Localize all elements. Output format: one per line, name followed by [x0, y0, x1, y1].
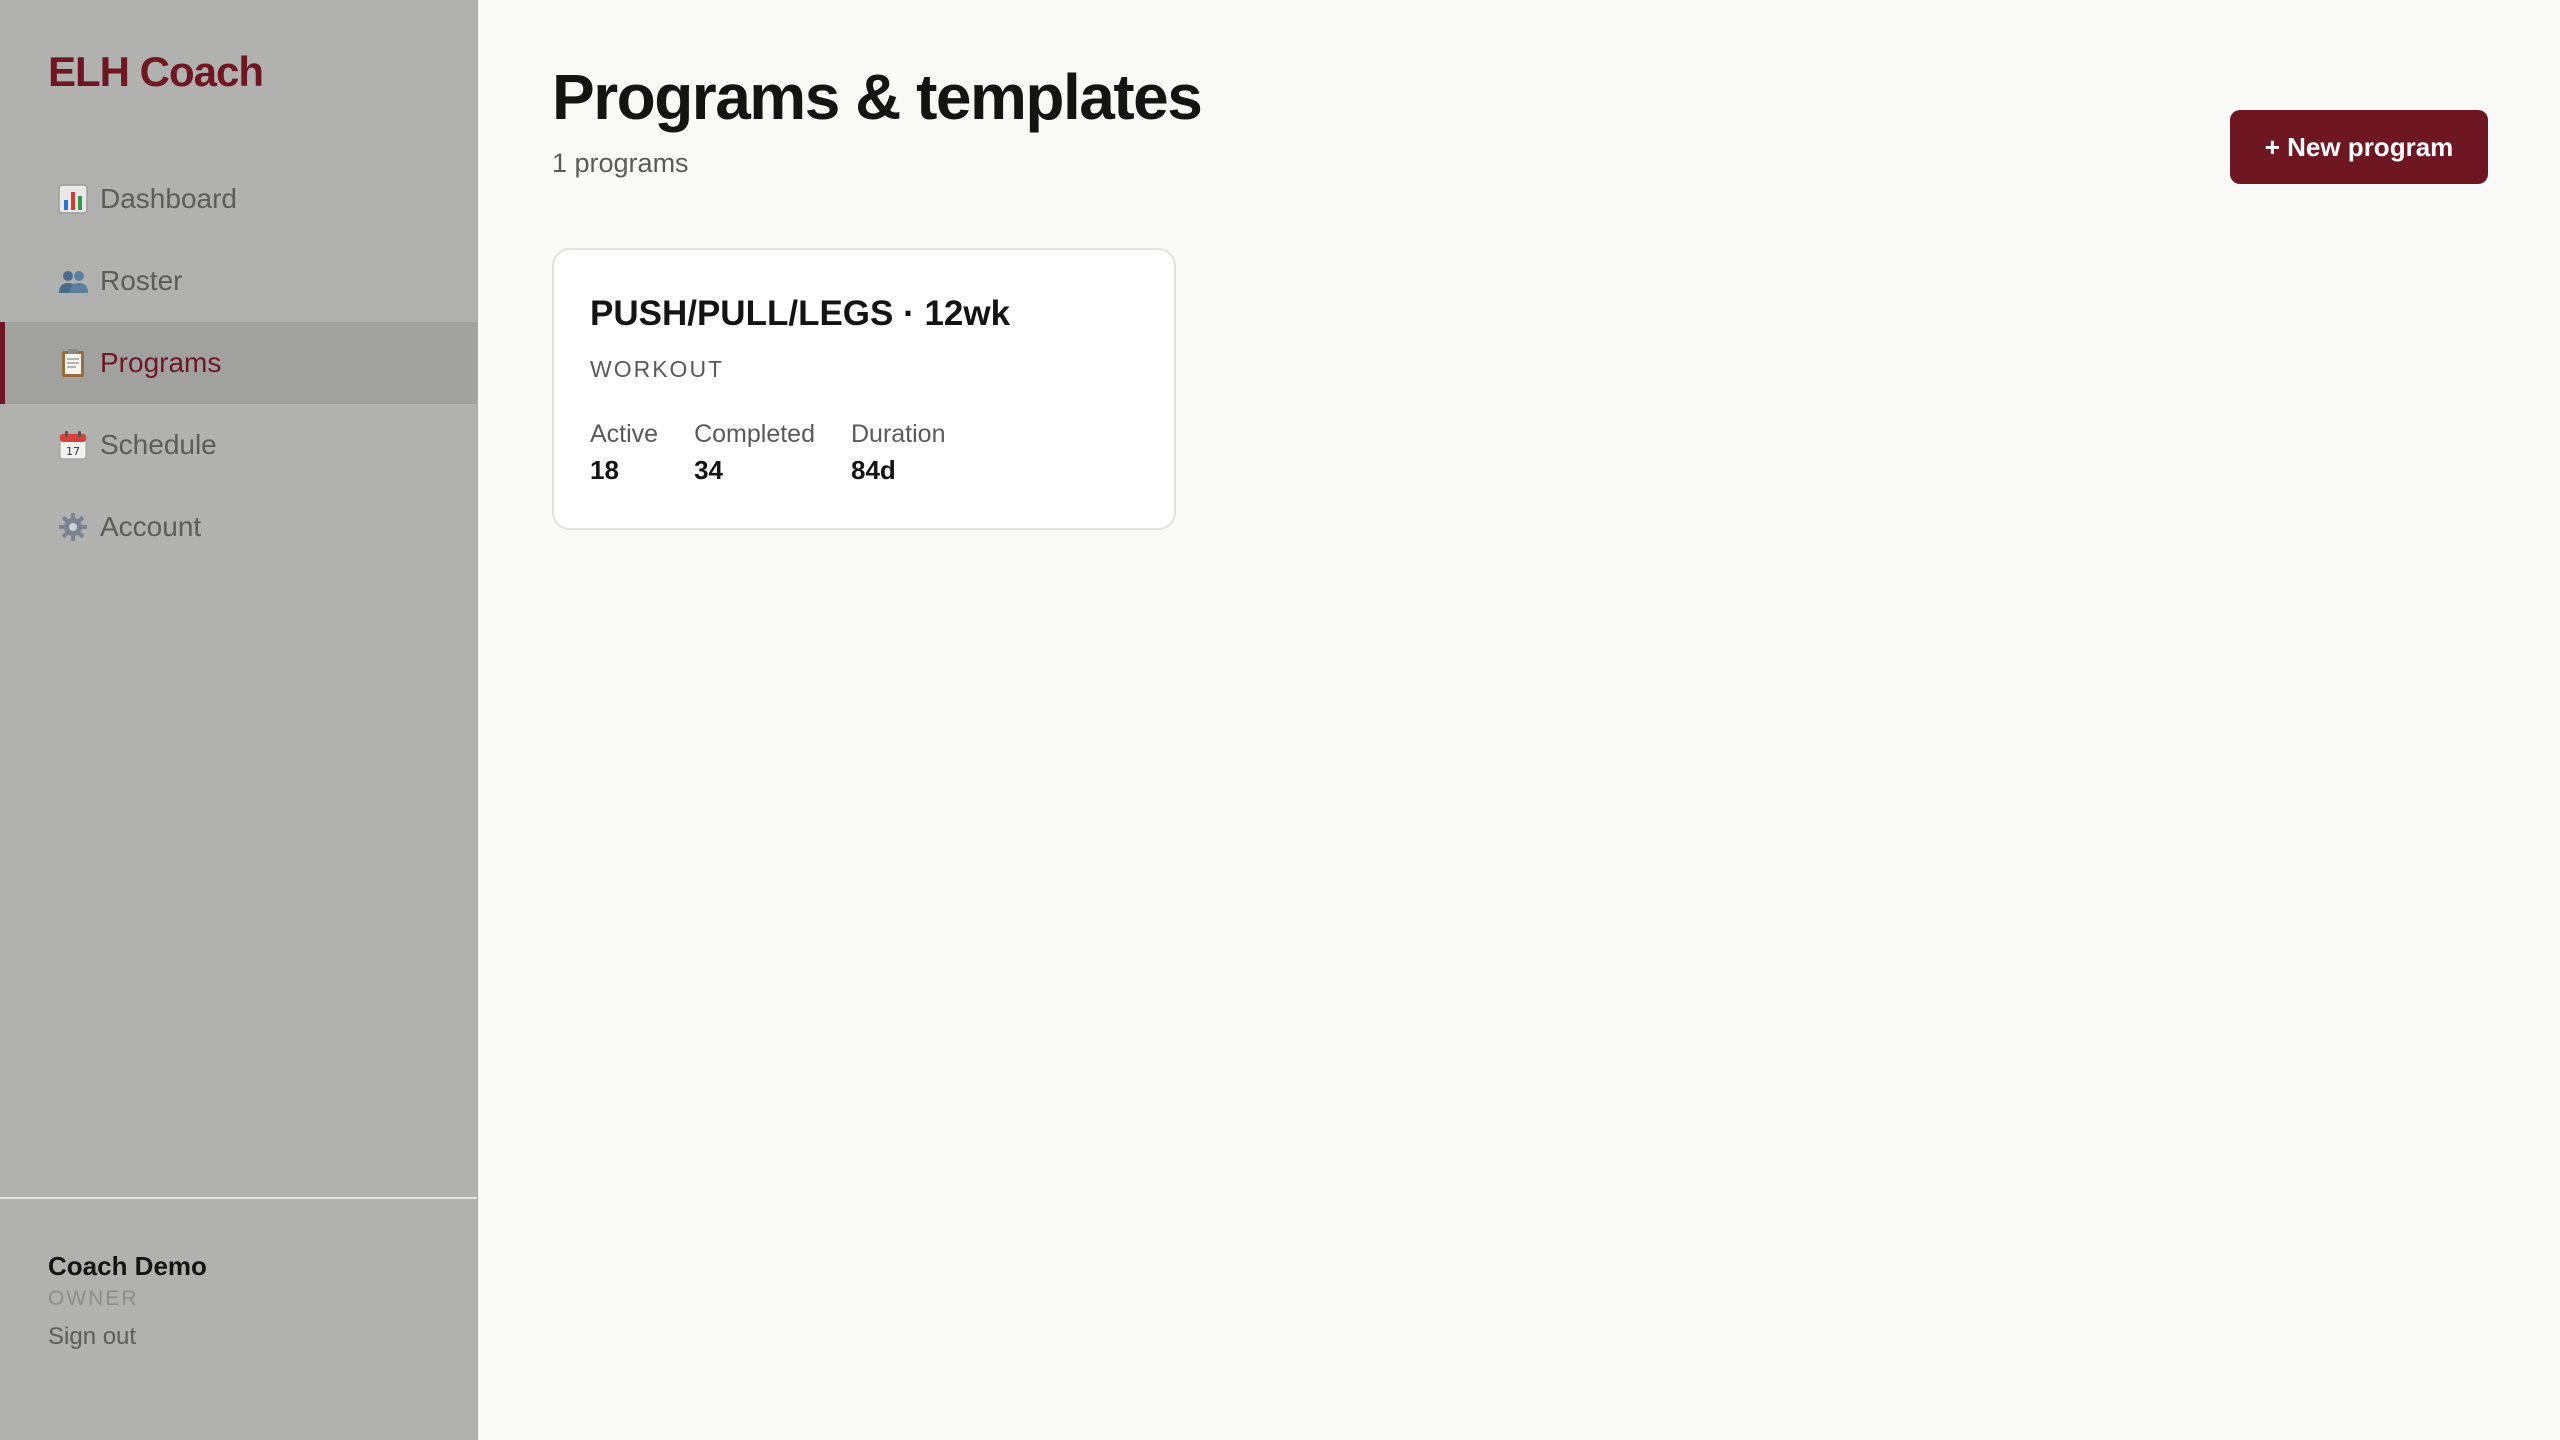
- sidebar-item-account[interactable]: Account: [0, 486, 477, 568]
- stat-value: 84d: [851, 455, 896, 485]
- main-content: Programs & templates 1 programs + New pr…: [478, 0, 2560, 1440]
- stat-value: 34: [694, 455, 724, 485]
- program-type: WORKOUT: [590, 356, 725, 382]
- user-name: Coach Demo: [48, 1251, 207, 1281]
- stat-label: Completed: [694, 420, 815, 448]
- sidebar-item-label: Programs: [100, 347, 222, 378]
- program-stats: Active 18 Completed 34 Duration 84d: [590, 420, 982, 486]
- user-panel: Coach Demo OWNER Sign out: [0, 1197, 477, 1440]
- sidebar-item-dashboard[interactable]: Dashboard: [0, 158, 477, 240]
- brand-logo[interactable]: ELH Coach: [48, 48, 264, 96]
- stat-active: Active 18: [590, 420, 658, 486]
- page-title: Programs & templates: [552, 61, 1203, 133]
- stat-label: Duration: [851, 420, 946, 448]
- stat-label: Active: [590, 420, 659, 448]
- calendar-icon: 17: [56, 428, 90, 462]
- sidebar-item-schedule[interactable]: 17 Schedule: [0, 404, 477, 486]
- stat-value: 18: [590, 455, 619, 485]
- sidebar-item-roster[interactable]: Roster: [0, 240, 477, 322]
- stat-duration: Duration 84d: [851, 420, 946, 486]
- program-count: 1 programs: [552, 148, 689, 178]
- program-card[interactable]: PUSH/PULL/LEGS · 12wk WORKOUT Active 18 …: [552, 248, 1176, 530]
- svg-text:17: 17: [66, 445, 80, 458]
- sidebar-item-label: Account: [100, 511, 202, 542]
- user-role: OWNER: [48, 1287, 139, 1310]
- clipboard-icon: [56, 346, 90, 380]
- program-title: PUSH/PULL/LEGS · 12wk: [590, 294, 1011, 333]
- users-icon: [56, 264, 90, 298]
- app-shell: ELH Coach Dashboard Roster Programs 17 S…: [0, 0, 2560, 1440]
- sign-out-link[interactable]: Sign out: [48, 1323, 136, 1351]
- gear-icon: [56, 510, 90, 544]
- sidebar-item-programs[interactable]: Programs: [0, 322, 477, 404]
- sidebar: ELH Coach Dashboard Roster Programs 17 S…: [0, 0, 478, 1440]
- new-program-button[interactable]: + New program: [2230, 110, 2488, 184]
- sidebar-nav: Dashboard Roster Programs 17 Schedule Ac…: [0, 158, 477, 568]
- sidebar-item-label: Dashboard: [100, 183, 237, 214]
- bar-chart-icon: [56, 182, 90, 216]
- sidebar-item-label: Roster: [100, 265, 183, 296]
- sidebar-item-label: Schedule: [100, 429, 217, 460]
- stat-completed: Completed 34: [694, 420, 815, 486]
